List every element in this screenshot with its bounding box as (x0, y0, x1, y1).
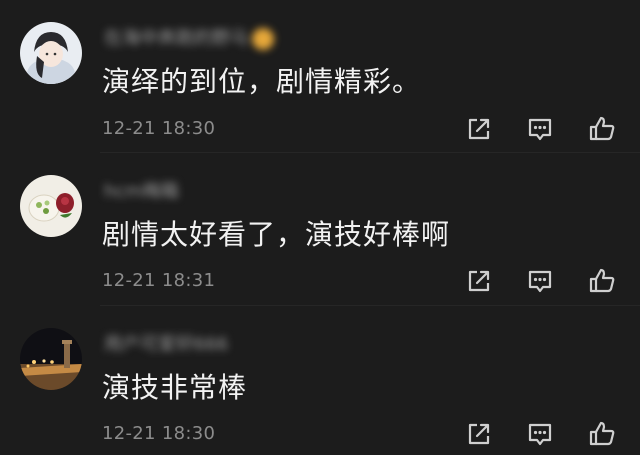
avatar-image (20, 22, 82, 84)
username-text: 在海中奔跑的野马 (104, 28, 248, 49)
avatar-image (20, 328, 82, 390)
username[interactable]: hcm梅箱 (104, 179, 179, 205)
thumbs-up-icon (589, 421, 615, 446)
comment-item: 在海中奔跑的野马 演绎的到位，剧情精彩。 12-21 18:30 (0, 0, 640, 153)
user-badge-icon (252, 28, 274, 50)
timestamp: 12-21 18:30 (102, 423, 216, 444)
comment-button[interactable] (525, 419, 555, 449)
thumbs-up-icon (589, 116, 615, 141)
share-icon (468, 118, 490, 140)
share-button[interactable] (464, 419, 494, 449)
comment-icon (528, 423, 552, 446)
comment-list: 在海中奔跑的野马 演绎的到位，剧情精彩。 12-21 18:30 hcm梅箱 剧… (0, 0, 640, 455)
comment-item: 用户可爱轩666 演技非常棒 12-21 18:30 (0, 306, 640, 455)
like-button[interactable] (587, 419, 617, 449)
username[interactable]: 用户可爱轩666 (104, 332, 228, 358)
timestamp: 12-21 18:30 (102, 118, 216, 139)
username-text: hcm梅箱 (104, 181, 179, 202)
avatar[interactable] (20, 22, 82, 84)
comment-text: 演技非常棒 (102, 371, 248, 404)
username[interactable]: 在海中奔跑的野马 (104, 26, 274, 52)
share-button[interactable] (464, 266, 494, 296)
comment-icon (528, 118, 552, 141)
comment-button[interactable] (525, 266, 555, 296)
comment-text: 演绎的到位，剧情精彩。 (102, 65, 422, 98)
comment-icon (528, 270, 552, 293)
avatar[interactable] (20, 175, 82, 237)
timestamp: 12-21 18:31 (102, 270, 216, 291)
username-text: 用户可爱轩666 (104, 334, 229, 355)
thumbs-up-icon (589, 268, 615, 293)
share-icon (468, 270, 490, 292)
share-icon (468, 423, 490, 445)
share-button[interactable] (464, 114, 494, 144)
like-button[interactable] (587, 266, 617, 296)
comment-text: 剧情太好看了，演技好棒啊 (102, 218, 451, 251)
avatar-image (20, 175, 82, 237)
avatar[interactable] (20, 328, 82, 390)
like-button[interactable] (587, 114, 617, 144)
comment-button[interactable] (525, 114, 555, 144)
comment-item: hcm梅箱 剧情太好看了，演技好棒啊 12-21 18:31 (0, 153, 640, 306)
